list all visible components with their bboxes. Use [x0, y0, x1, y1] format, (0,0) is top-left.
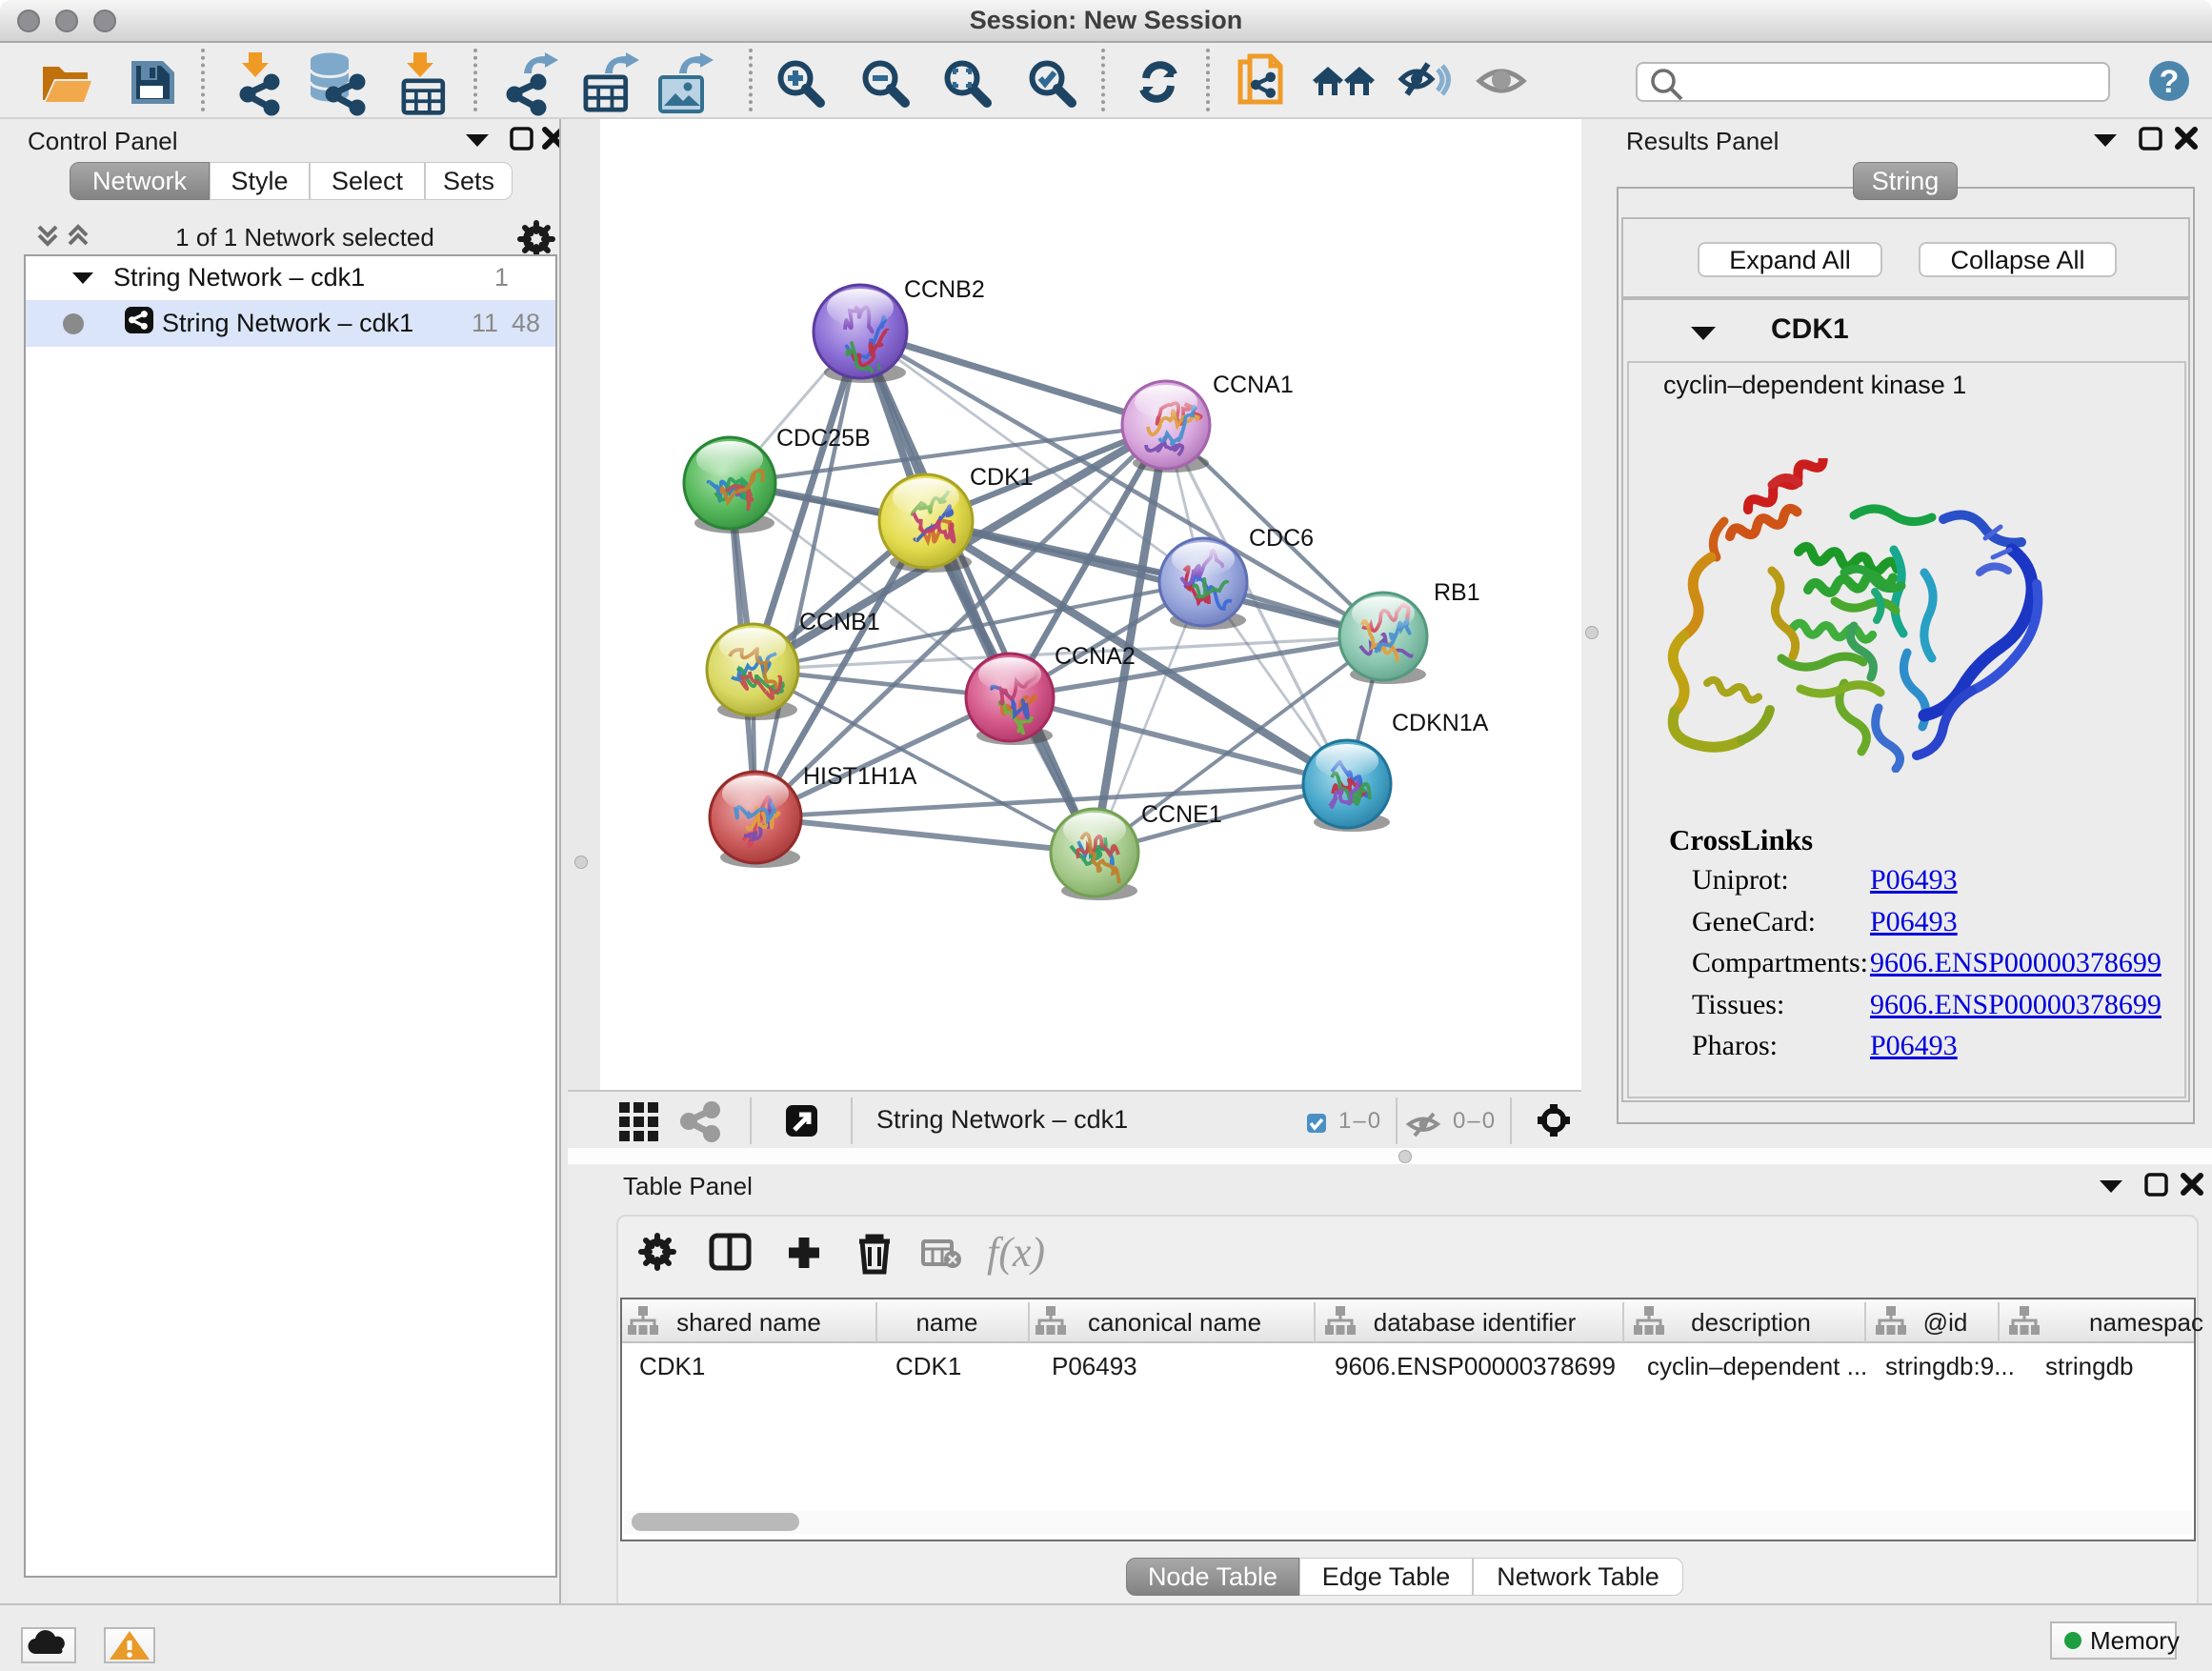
- svg-text:CCNE1: CCNE1: [1141, 801, 1222, 828]
- svg-text:HIST1H1A: HIST1H1A: [803, 763, 917, 790]
- svg-text:CDC6: CDC6: [1249, 525, 1314, 552]
- svg-text:CCNA2: CCNA2: [1055, 643, 1136, 670]
- svg-text:CDK1: CDK1: [970, 464, 1034, 491]
- svg-text:CCNA1: CCNA1: [1213, 372, 1294, 398]
- svg-text:?: ?: [2160, 64, 2180, 100]
- svg-text:CDKN1A: CDKN1A: [1392, 710, 1489, 736]
- svg-text:RB1: RB1: [1434, 579, 1480, 606]
- svg-text:CCNB1: CCNB1: [799, 609, 880, 635]
- svg-text:f(x): f(x): [987, 1229, 1045, 1276]
- svg-text:CCNB2: CCNB2: [904, 276, 985, 303]
- svg-text:CDC25B: CDC25B: [776, 425, 871, 452]
